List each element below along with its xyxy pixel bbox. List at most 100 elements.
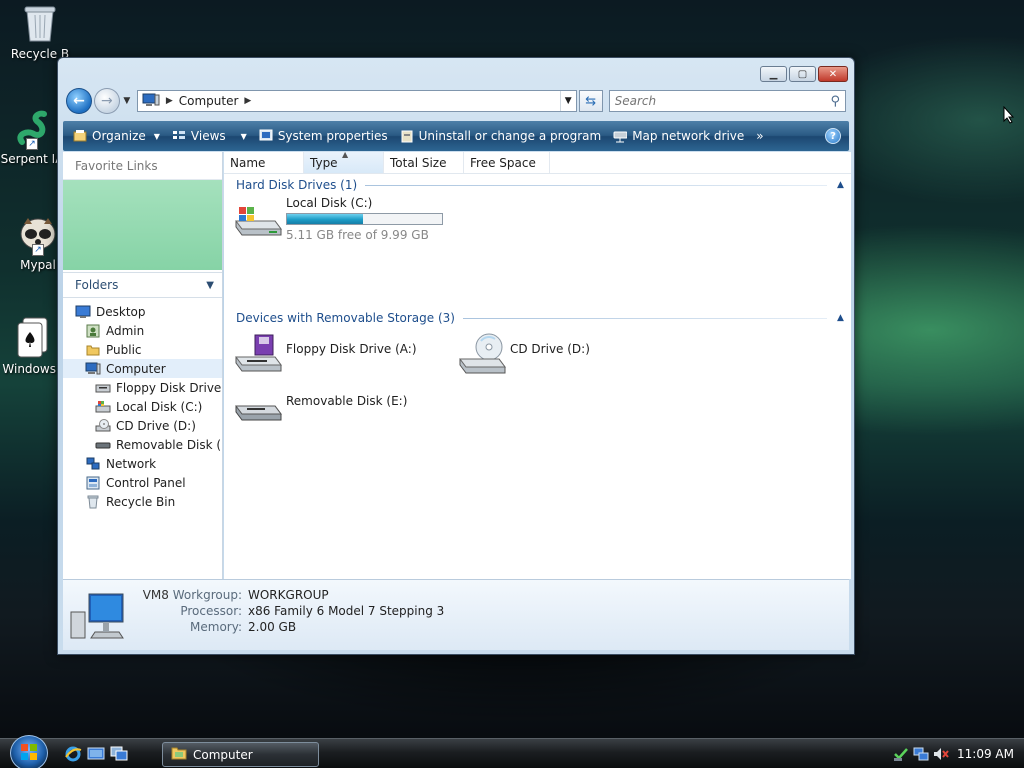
tree-item-label: Network [106, 456, 157, 471]
clock[interactable]: 11:09 AM [957, 747, 1014, 761]
address-bar[interactable]: ▶ Computer ▶ ▼ [136, 90, 577, 112]
drive-removable-e[interactable]: Removable Disk (E:) [232, 388, 407, 434]
column-header-free-space[interactable]: Free Space [464, 152, 550, 173]
favorite-links-header[interactable]: Favorite Links [63, 152, 222, 180]
volume-muted-icon[interactable] [933, 746, 949, 762]
refresh-icon: ⇆ [585, 93, 597, 109]
chevron-down-icon: ▼ [153, 131, 160, 141]
breadcrumb-separator-icon: ▶ [165, 96, 173, 106]
floppy-drive-icon [95, 381, 111, 395]
column-header-total-size[interactable]: Total Size [384, 152, 464, 173]
tree-item-public[interactable]: Public [63, 340, 222, 359]
collapse-group-icon[interactable]: ▲ [837, 180, 851, 190]
maximize-button[interactable]: ▢ [789, 66, 816, 82]
taskbar-button-computer[interactable]: Computer [162, 742, 319, 767]
search-icon[interactable]: ⚲ [830, 94, 840, 109]
computer-icon [142, 93, 160, 110]
tree-item-label: Public [106, 342, 142, 357]
column-header-name[interactable]: Name [224, 152, 304, 173]
tree-item-label: Control Panel [106, 475, 186, 490]
network-status-icon[interactable] [913, 746, 929, 762]
views-button[interactable]: Views ▼ [166, 123, 253, 149]
address-dropdown-icon[interactable]: ▼ [559, 91, 576, 111]
workgroup-label: Workgroup: [172, 588, 242, 602]
map-network-drive-label: Map network drive [632, 129, 745, 143]
tree-item-removable-disk[interactable]: Removable Disk (E:) [63, 435, 222, 454]
drive-local-disk-c[interactable]: Local Disk (C:) 5.11 GB free of 9.99 GB [232, 196, 443, 242]
internet-explorer-icon[interactable] [64, 745, 82, 763]
group-header-removable-storage[interactable]: Devices with Removable Storage (3) ▲ [224, 308, 851, 328]
column-header-type[interactable]: ▲ Type [304, 150, 384, 173]
column-label: Type [310, 155, 338, 170]
cd-drive-icon [456, 332, 508, 378]
forward-arrow-icon: → [101, 93, 113, 109]
tree-item-recycle-bin[interactable]: Recycle Bin [63, 492, 222, 511]
tree-item-cd-drive[interactable]: CD Drive (D:) [63, 416, 222, 435]
tree-item-desktop[interactable]: Desktop [63, 302, 222, 321]
computer-name-text: VM8 [142, 588, 169, 602]
tree-item-network[interactable]: Network [63, 454, 222, 473]
tree-item-admin[interactable]: Admin [63, 321, 222, 340]
local-disk-icon [95, 400, 111, 414]
tree-item-label: Local Disk (C:) [116, 399, 203, 414]
minimize-icon: ▁ [769, 68, 778, 80]
forward-button[interactable]: → [93, 88, 120, 114]
disk-usage-fill [287, 214, 363, 224]
refresh-button[interactable]: ⇆ [578, 90, 603, 112]
uninstall-program-button[interactable]: Uninstall or change a program [394, 123, 608, 149]
tree-item-computer[interactable]: Computer [63, 359, 222, 378]
drive-cd-d[interactable]: CD Drive (D:) [456, 332, 590, 378]
drive-name: Floppy Disk Drive (A:) [286, 342, 417, 356]
local-disk-icon [232, 196, 284, 242]
tree-item-floppy[interactable]: Floppy Disk Drive (A [63, 378, 222, 397]
window-controls: ▁ ▢ ✕ [760, 66, 848, 82]
close-button[interactable]: ✕ [818, 66, 848, 82]
tree-item-control-panel[interactable]: Control Panel [63, 473, 222, 492]
search-box[interactable]: ⚲ [608, 90, 846, 112]
chevron-down-icon: ▼ [123, 96, 131, 106]
start-button[interactable] [10, 735, 48, 768]
system-tray: 11:09 AM [885, 739, 1024, 768]
group-header-hard-disks[interactable]: Hard Disk Drives (1) ▲ [224, 175, 851, 195]
help-button[interactable]: ? [825, 128, 841, 144]
breadcrumb-computer[interactable]: Computer [179, 94, 239, 108]
tree-item-local-disk[interactable]: Local Disk (C:) [63, 397, 222, 416]
switch-windows-icon[interactable] [110, 745, 128, 763]
collapse-group-icon[interactable]: ▲ [837, 313, 851, 323]
shortcut-arrow-icon: ↗ [32, 244, 44, 256]
drive-floppy-a[interactable]: Floppy Disk Drive (A:) [232, 332, 417, 378]
folders-header[interactable]: Folders ▼ [63, 272, 222, 298]
back-button[interactable]: ← [66, 88, 92, 114]
system-properties-button[interactable]: System properties [253, 123, 394, 149]
solitaire-icon [13, 317, 53, 358]
navigation-bar: ← → ▼ ▶ Computer ▶ ▼ ⇆ ⚲ [66, 88, 846, 114]
network-icon [85, 457, 101, 471]
system-properties-label: System properties [277, 129, 388, 143]
search-input[interactable] [614, 94, 831, 108]
breadcrumb-separator-icon[interactable]: ▶ [244, 96, 251, 106]
show-desktop-icon[interactable] [87, 745, 105, 763]
desktop-icon-label: Serpent IA [0, 152, 64, 166]
tree-item-label: Recycle Bin [106, 494, 176, 509]
tree-item-label: Desktop [96, 304, 146, 319]
recycle-bin-icon [20, 3, 60, 43]
maximize-icon: ▢ [797, 68, 808, 80]
desktop-icon-label: Windows7 [2, 362, 64, 376]
folder-icon [85, 343, 101, 357]
views-icon [172, 129, 186, 143]
map-network-drive-button[interactable]: Map network drive [607, 123, 750, 149]
explorer-window: ▁ ▢ ✕ ← → ▼ ▶ Computer ▶ ▼ ⇆ ⚲ Organize … [57, 57, 855, 655]
desktop-icon-recycle-bin[interactable]: Recycle B [0, 3, 80, 61]
minimize-button[interactable]: ▁ [760, 66, 787, 82]
recent-pages-button[interactable]: ▼ [121, 96, 133, 106]
security-check-icon[interactable] [893, 746, 909, 762]
more-commands-button[interactable]: » [750, 123, 769, 149]
tree-item-label: Computer [106, 361, 166, 376]
drive-name: CD Drive (D:) [510, 342, 590, 356]
control-panel-icon [85, 476, 101, 490]
command-bar: Organize ▼ Views ▼ System properties Uni… [63, 121, 849, 151]
views-label: Views [190, 129, 226, 143]
windows-logo-icon [19, 742, 39, 765]
organize-button[interactable]: Organize ▼ [67, 123, 166, 149]
disk-free-text: 5.11 GB free of 9.99 GB [286, 228, 429, 242]
